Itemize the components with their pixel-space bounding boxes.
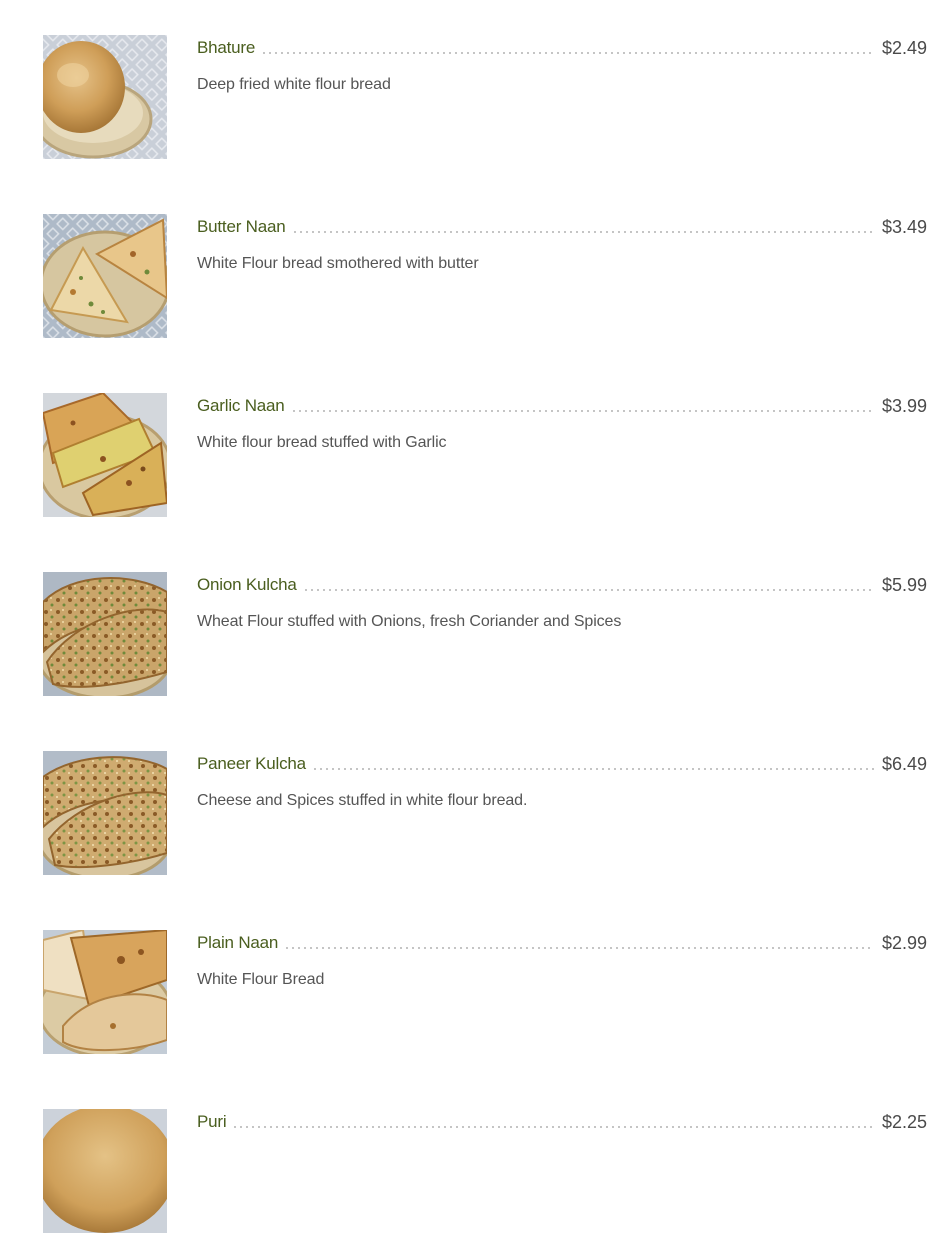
plain-naan-photo[interactable] bbox=[43, 930, 167, 1054]
menu-item[interactable]: Butter Naan $3.49 White Flour bread smot… bbox=[0, 179, 950, 358]
garlic-naan-photo[interactable] bbox=[43, 393, 167, 517]
menu-item[interactable]: Paneer Kulcha $6.49 Cheese and Spices st… bbox=[0, 716, 950, 895]
item-title-row: Garlic Naan $3.99 bbox=[197, 393, 927, 417]
item-title-row: Butter Naan $3.49 bbox=[197, 214, 927, 238]
puri-image-icon bbox=[43, 1109, 167, 1233]
dot-leader bbox=[302, 589, 874, 591]
paneer-kulcha-image-icon bbox=[43, 751, 167, 875]
plain-naan-image-icon bbox=[43, 930, 167, 1054]
item-name[interactable]: Plain Naan bbox=[197, 932, 278, 954]
item-description: White flour bread stuffed with Garlic bbox=[197, 434, 447, 451]
item-description: Cheese and Spices stuffed in white flour… bbox=[197, 792, 528, 809]
dot-leader bbox=[290, 410, 874, 412]
menu-item[interactable]: Puri $2.25 bbox=[0, 1074, 950, 1253]
dot-leader bbox=[261, 52, 874, 54]
onion-kulcha-photo[interactable] bbox=[43, 572, 167, 696]
item-title-row: Plain Naan $2.99 bbox=[197, 930, 927, 954]
item-price: $6.49 bbox=[881, 754, 927, 774]
item-price: $5.99 bbox=[881, 575, 927, 595]
menu-item[interactable]: Onion Kulcha $5.99 Wheat Flour stuffed w… bbox=[0, 537, 950, 716]
item-title-row: Onion Kulcha $5.99 bbox=[197, 572, 927, 596]
butter-naan-image-icon bbox=[43, 214, 167, 338]
bhature-photo[interactable] bbox=[43, 35, 167, 159]
item-description: Wheat Flour stuffed with Onions, fresh C… bbox=[197, 613, 622, 630]
item-title-row: Bhature $2.49 bbox=[197, 35, 927, 59]
item-name[interactable]: Paneer Kulcha bbox=[197, 753, 306, 775]
dot-leader bbox=[232, 1126, 874, 1128]
menu-item[interactable]: Garlic Naan $3.99 White flour bread stuf… bbox=[0, 358, 950, 537]
item-name[interactable]: Bhature bbox=[197, 37, 255, 59]
bhature-image-icon bbox=[43, 35, 167, 159]
item-name[interactable]: Onion Kulcha bbox=[197, 574, 297, 596]
item-price: $2.99 bbox=[881, 933, 927, 953]
garlic-naan-image-icon bbox=[43, 393, 167, 517]
item-title-row: Puri $2.25 bbox=[197, 1109, 927, 1133]
item-description: White Flour bread smothered with butter bbox=[197, 255, 479, 272]
dot-leader bbox=[291, 231, 874, 233]
item-description: Deep fried white flour bread bbox=[197, 76, 391, 93]
onion-kulcha-image-icon bbox=[43, 572, 167, 696]
item-name[interactable]: Puri bbox=[197, 1111, 227, 1133]
item-price: $3.99 bbox=[881, 396, 927, 416]
item-price: $2.25 bbox=[881, 1112, 927, 1132]
item-name[interactable]: Garlic Naan bbox=[197, 395, 285, 417]
item-description: White Flour Bread bbox=[197, 971, 325, 988]
item-price: $2.49 bbox=[881, 38, 927, 58]
dot-leader bbox=[311, 768, 874, 770]
dot-leader bbox=[284, 947, 874, 949]
paneer-kulcha-photo[interactable] bbox=[43, 751, 167, 875]
puri-photo[interactable] bbox=[43, 1109, 167, 1233]
menu-item[interactable]: Plain Naan $2.99 White Flour Bread bbox=[0, 895, 950, 1074]
item-name[interactable]: Butter Naan bbox=[197, 216, 286, 238]
butter-naan-photo[interactable] bbox=[43, 214, 167, 338]
item-title-row: Paneer Kulcha $6.49 bbox=[197, 751, 927, 775]
menu-item[interactable]: Bhature $2.49 Deep fried white flour bre… bbox=[0, 0, 950, 179]
item-price: $3.49 bbox=[881, 217, 927, 237]
